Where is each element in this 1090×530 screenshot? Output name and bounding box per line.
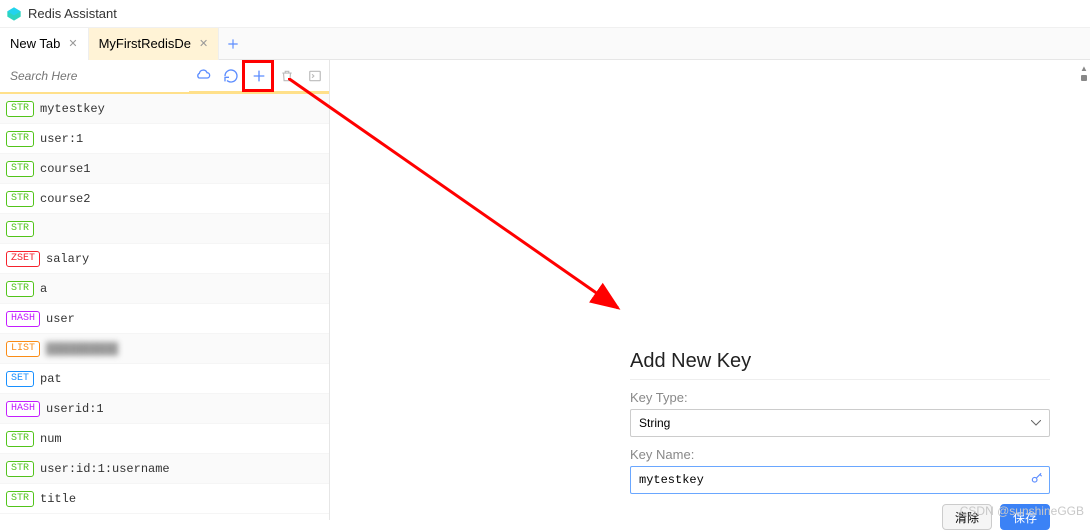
type-badge: LIST — [6, 341, 40, 357]
type-badge: STR — [6, 161, 34, 177]
tab-connection[interactable]: MyFirstRedisDe ✕ — [89, 28, 220, 60]
type-badge: STR — [6, 281, 34, 297]
key-row[interactable]: STR mytestkey — [0, 94, 329, 124]
sidebar: STR mytestkey STR user:1 STR course1 STR course… — [0, 60, 330, 520]
sidebar-toolbar — [0, 60, 329, 94]
key-row[interactable]: HASH userid:1 — [0, 394, 329, 424]
type-badge: HASH — [6, 311, 40, 327]
app-title: Redis Assistant — [28, 6, 117, 21]
app-logo — [6, 6, 22, 22]
key-name: pat — [40, 372, 62, 386]
add-key-button[interactable] — [245, 62, 273, 90]
key-row[interactable]: ZSET salary — [0, 244, 329, 274]
tab-label: MyFirstRedisDe — [99, 36, 191, 51]
scrollbar[interactable]: ▲ — [1078, 60, 1090, 81]
terminal-icon[interactable] — [301, 62, 329, 90]
key-type-select[interactable]: String — [630, 409, 1050, 437]
delete-icon[interactable] — [273, 62, 301, 90]
key-name: user:id:1:username — [40, 462, 170, 476]
key-row[interactable]: SET pat — [0, 364, 329, 394]
divider — [630, 379, 1050, 380]
watermark: CSDN @sunshineGGB — [960, 504, 1084, 518]
key-row[interactable]: STR a — [0, 274, 329, 304]
type-badge: HASH — [6, 401, 40, 417]
type-badge: STR — [6, 101, 34, 117]
key-row[interactable]: STR user:1 — [0, 124, 329, 154]
search-input[interactable] — [0, 60, 189, 92]
key-row[interactable]: STR course2 — [0, 184, 329, 214]
type-badge: SET — [6, 371, 34, 387]
close-icon[interactable]: ✕ — [68, 37, 77, 50]
key-name: title — [40, 492, 76, 506]
key-row[interactable]: STR — [0, 214, 329, 244]
key-name: course2 — [40, 192, 90, 206]
cloud-icon[interactable] — [189, 62, 217, 90]
key-row[interactable]: STR title — [0, 484, 329, 514]
key-row[interactable]: HASH user — [0, 304, 329, 334]
key-row[interactable]: STR course1 — [0, 154, 329, 184]
tab-new[interactable]: New Tab ✕ — [0, 28, 89, 60]
refresh-icon[interactable] — [217, 62, 245, 90]
titlebar: Redis Assistant — [0, 0, 1090, 28]
key-name: num — [40, 432, 62, 446]
content-pane: ▲ Add New Key Key Type: String Key Name:… — [330, 60, 1090, 520]
key-type-label: Key Type: — [630, 390, 1050, 405]
tab-label: New Tab — [10, 36, 60, 51]
type-badge: STR — [6, 131, 34, 147]
key-name: course1 — [40, 162, 90, 176]
key-icon — [1030, 471, 1044, 488]
tabbar: New Tab ✕ MyFirstRedisDe ✕ — [0, 28, 1090, 60]
key-row[interactable]: LIST ██████████ — [0, 334, 329, 364]
key-name: user — [46, 312, 75, 326]
panel-title: Add New Key — [630, 350, 1050, 373]
key-name-label: Key Name: — [630, 447, 1050, 462]
type-badge: STR — [6, 191, 34, 207]
key-name: ██████████ — [46, 342, 118, 356]
add-key-panel: Add New Key Key Type: String Key Name: 清… — [630, 350, 1050, 530]
type-badge: STR — [6, 461, 34, 477]
key-name: user:1 — [40, 132, 83, 146]
key-name: userid:1 — [46, 402, 104, 416]
key-name: a — [40, 282, 47, 296]
type-badge: STR — [6, 491, 34, 507]
add-tab-button[interactable] — [219, 28, 247, 60]
keylist[interactable]: STR mytestkey STR user:1 STR course1 STR course… — [0, 94, 329, 520]
type-badge: STR — [6, 221, 34, 237]
close-icon[interactable]: ✕ — [199, 37, 208, 50]
type-badge: STR — [6, 431, 34, 447]
key-row[interactable]: STR user:id:1:username — [0, 454, 329, 484]
key-name: mytestkey — [40, 102, 105, 116]
key-row[interactable]: STR num — [0, 424, 329, 454]
key-name-input[interactable] — [630, 466, 1050, 494]
type-badge: ZSET — [6, 251, 40, 267]
key-name: salary — [46, 252, 89, 266]
